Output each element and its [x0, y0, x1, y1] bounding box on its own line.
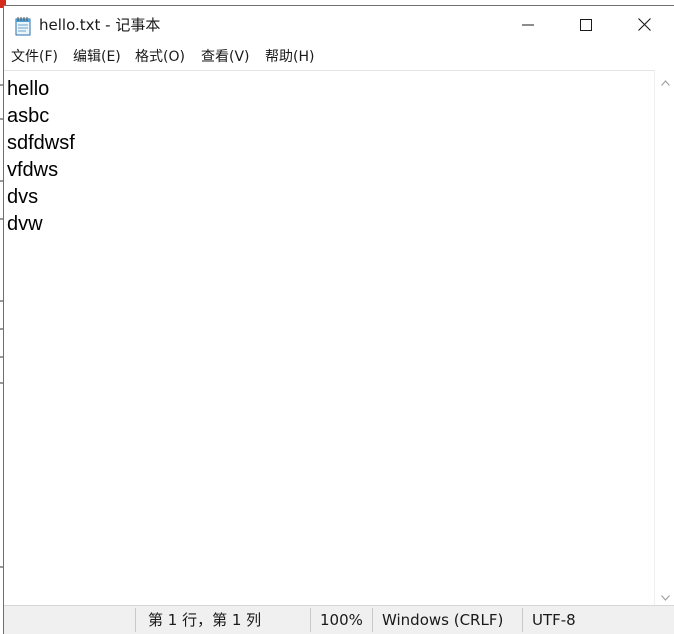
minimize-button[interactable]	[499, 6, 557, 45]
vertical-scrollbar[interactable]	[654, 70, 674, 605]
menu-help[interactable]: 帮助(H)	[265, 45, 314, 70]
status-zoom: 100%	[320, 611, 363, 629]
status-bar: 第 1 行，第 1 列 100% Windows (CRLF) UTF-8	[4, 605, 674, 634]
menu-view[interactable]: 查看(V)	[201, 45, 250, 70]
notepad-window: hello.txt - 记事本 文件(F) 编辑(E) 格式(O) 查看(V) …	[3, 5, 674, 634]
menu-bar: 文件(F) 编辑(E) 格式(O) 查看(V) 帮助(H)	[4, 45, 674, 70]
status-cursor-position: 第 1 行，第 1 列	[148, 611, 262, 629]
window-title: hello.txt - 记事本	[39, 16, 161, 34]
chevron-down-icon	[660, 586, 670, 605]
text-line: vfdws	[7, 159, 59, 181]
chevron-up-icon	[660, 71, 670, 90]
maximize-icon	[580, 16, 592, 35]
close-button[interactable]	[615, 6, 673, 45]
text-line: hello	[7, 78, 50, 100]
text-line: asbc	[7, 105, 50, 127]
menu-format[interactable]: 格式(O)	[135, 45, 185, 70]
text-line: sdfdwsf	[7, 132, 75, 154]
scroll-down-button[interactable]	[655, 585, 674, 605]
status-line-ending: Windows (CRLF)	[382, 611, 504, 629]
text-line: dvs	[7, 186, 39, 208]
notepad-icon	[14, 16, 32, 36]
status-encoding: UTF-8	[532, 611, 576, 629]
status-separator	[135, 608, 136, 632]
title-bar[interactable]: hello.txt - 记事本	[4, 6, 674, 45]
text-editor[interactable]: hello asbc sdfdwsf vfdws dvs dvw	[4, 70, 654, 605]
close-icon	[637, 16, 651, 35]
status-separator	[372, 608, 373, 632]
minimize-icon	[522, 16, 534, 35]
scroll-up-button[interactable]	[655, 70, 674, 90]
menu-file[interactable]: 文件(F)	[11, 45, 58, 70]
status-separator	[310, 608, 311, 632]
menu-edit[interactable]: 编辑(E)	[73, 45, 121, 70]
text-line: dvw	[7, 213, 43, 235]
status-separator	[522, 608, 523, 632]
maximize-button[interactable]	[557, 6, 615, 45]
